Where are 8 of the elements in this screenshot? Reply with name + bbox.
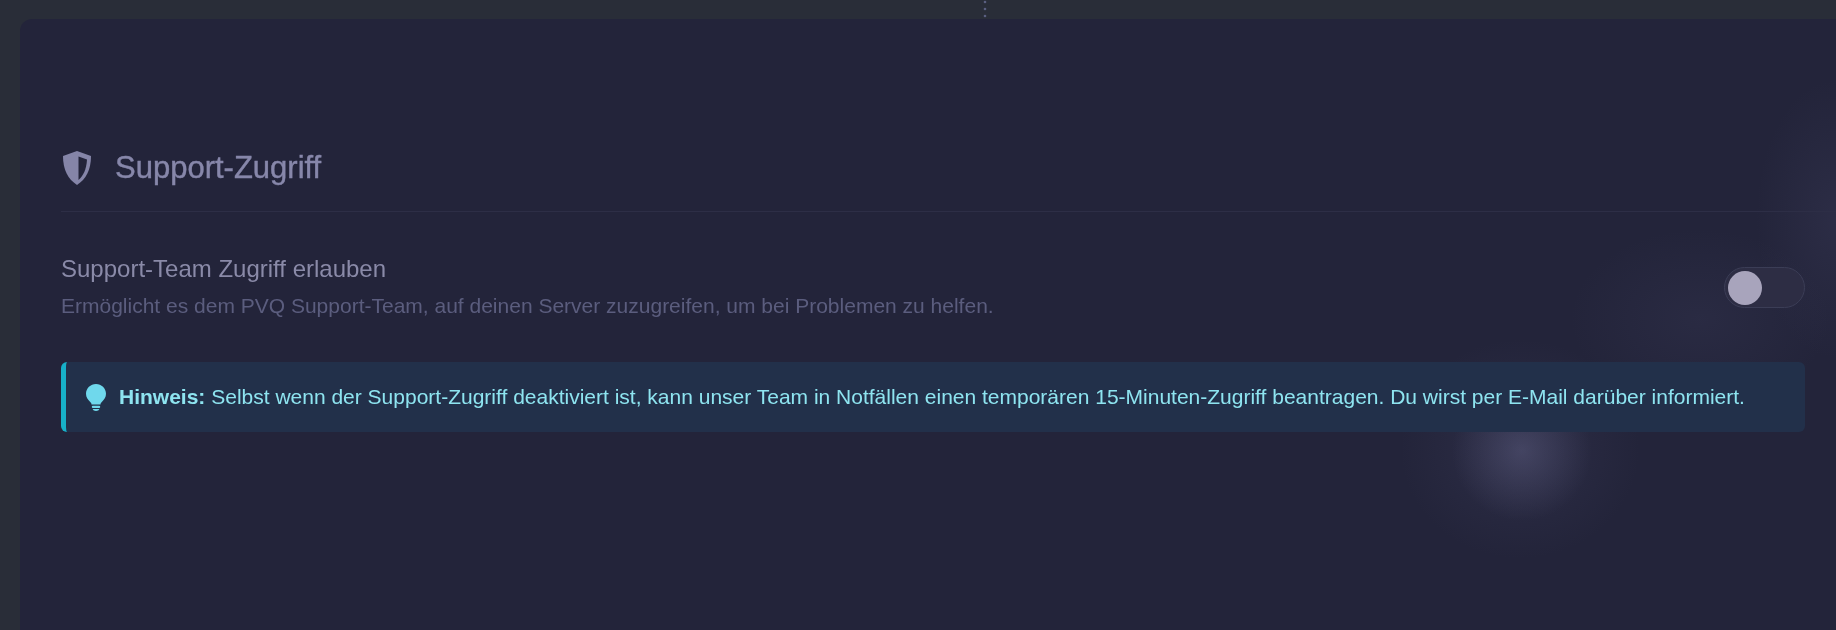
setting-label: Support-Team Zugriff erlauben bbox=[61, 255, 388, 283]
notice-text: Hinweis: Selbst wenn der Support-Zugriff deaktiviert ist, kann unser Team in Notfällen einen temporären 15-Minuten-Zugriff beantragen. Du wirst per E-Mail darüber informiert. bbox=[119, 384, 1745, 410]
vertical-dots-icon bbox=[983, 0, 987, 18]
lightbulb-icon bbox=[86, 383, 106, 411]
setting-description: Ermöglicht es dem PVQ Support-Team, auf deinen Server zuzugreifen, um bei Problemen zu helfen. bbox=[61, 293, 994, 319]
toggle-switch[interactable] bbox=[1724, 266, 1805, 308]
shield-icon bbox=[61, 150, 93, 186]
section-title: Support-Zugriff bbox=[115, 150, 322, 186]
